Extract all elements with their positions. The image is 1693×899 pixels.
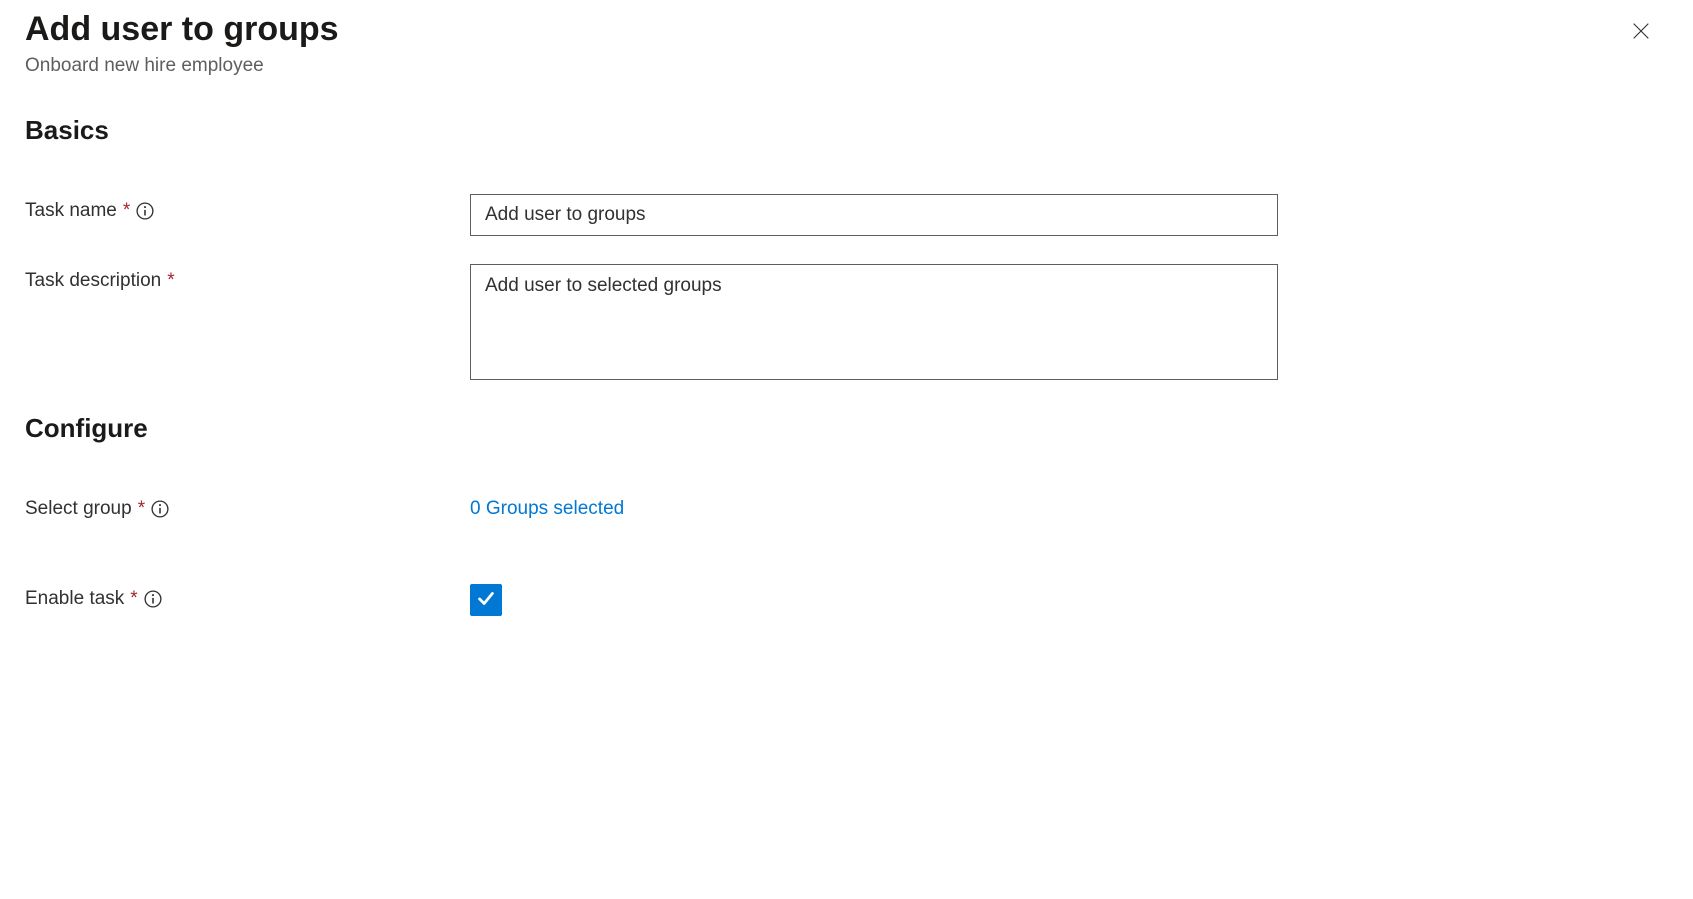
- enable-task-checkbox[interactable]: [470, 584, 502, 616]
- basics-heading: Basics: [25, 115, 1668, 146]
- task-name-input[interactable]: [470, 194, 1278, 236]
- enable-task-label: Enable task: [25, 588, 124, 610]
- info-icon[interactable]: [136, 202, 154, 220]
- page-subtitle: Onboard new hire employee: [25, 55, 339, 77]
- configure-heading: Configure: [25, 413, 1668, 444]
- close-icon: [1630, 30, 1652, 45]
- task-name-label: Task name: [25, 200, 117, 222]
- task-description-label: Task description: [25, 270, 161, 292]
- page-title: Add user to groups: [25, 10, 339, 49]
- required-indicator: *: [138, 498, 145, 520]
- checkmark-icon: [475, 587, 497, 614]
- required-indicator: *: [123, 200, 130, 222]
- close-button[interactable]: [1624, 14, 1658, 51]
- required-indicator: *: [167, 270, 174, 292]
- required-indicator: *: [130, 588, 137, 610]
- info-icon[interactable]: [151, 500, 169, 518]
- select-group-label: Select group: [25, 498, 132, 520]
- info-icon[interactable]: [144, 590, 162, 608]
- task-description-input[interactable]: [470, 264, 1278, 380]
- select-group-link[interactable]: 0 Groups selected: [470, 492, 624, 520]
